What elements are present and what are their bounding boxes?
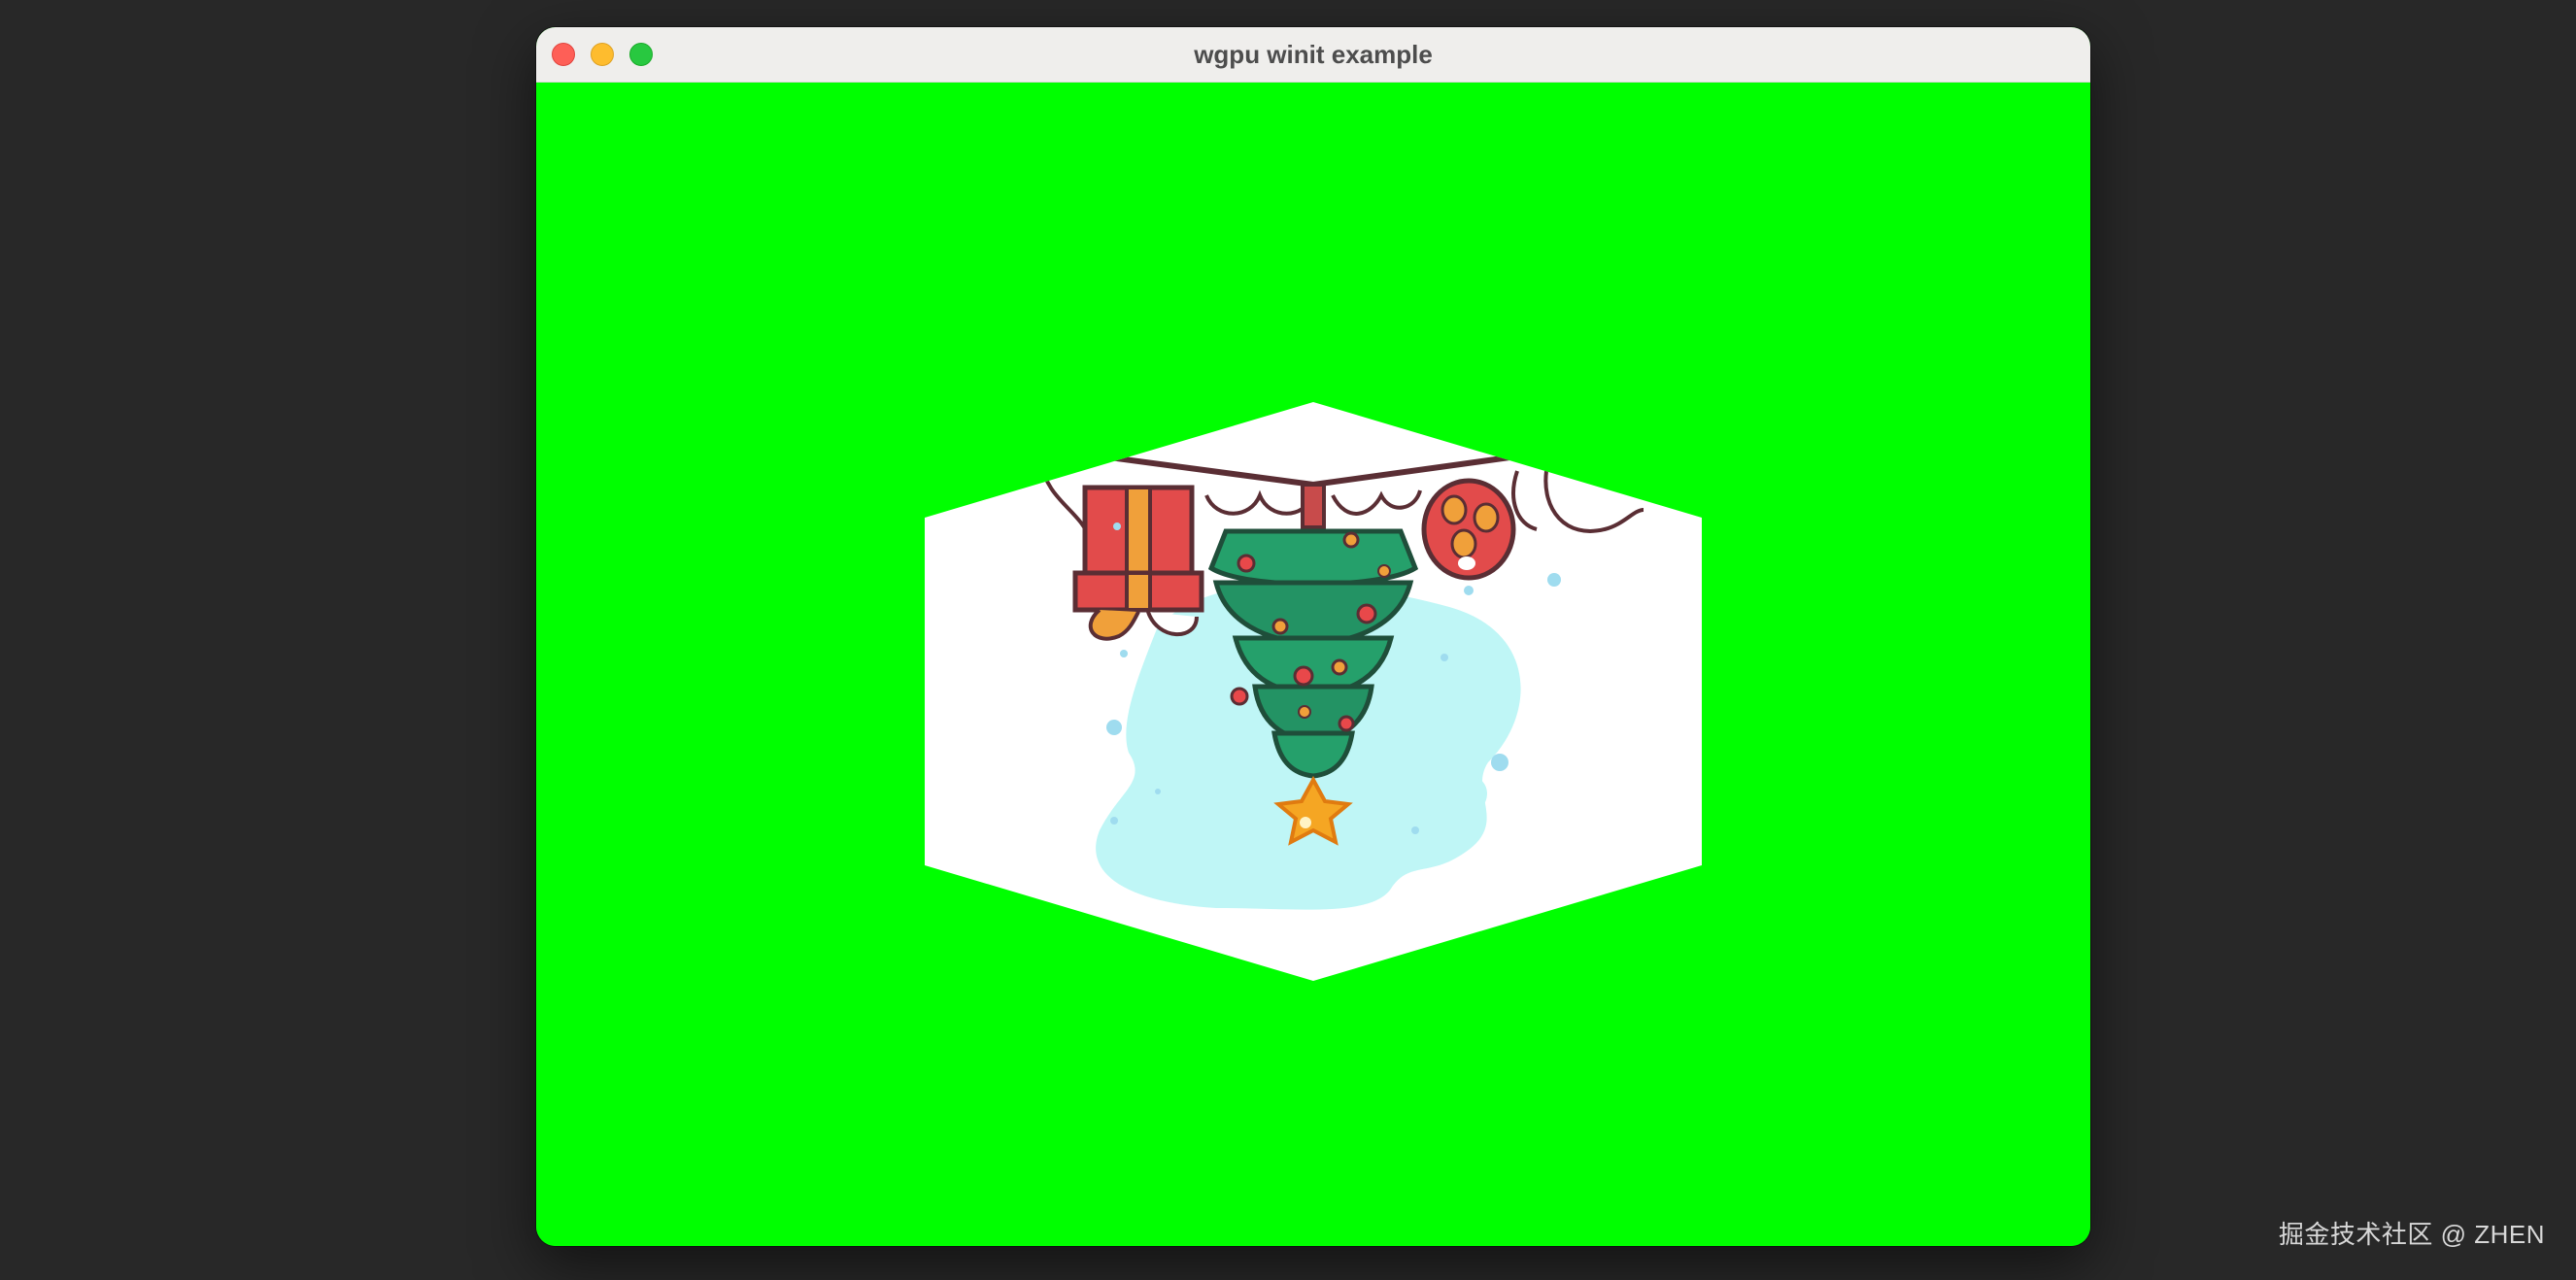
watermark: 掘金技术社区 @ ZHEN	[2278, 1220, 2545, 1249]
app-window: wgpu winit example	[536, 27, 2090, 1246]
window-title: wgpu winit example	[1194, 40, 1433, 69]
rendered-scene	[925, 402, 1702, 981]
desktop: wgpu winit example 掘金技术社区 @ ZHEN	[0, 0, 2576, 1280]
title-bar[interactable]: wgpu winit example	[536, 27, 2090, 83]
render-surface[interactable]	[536, 83, 2090, 1246]
